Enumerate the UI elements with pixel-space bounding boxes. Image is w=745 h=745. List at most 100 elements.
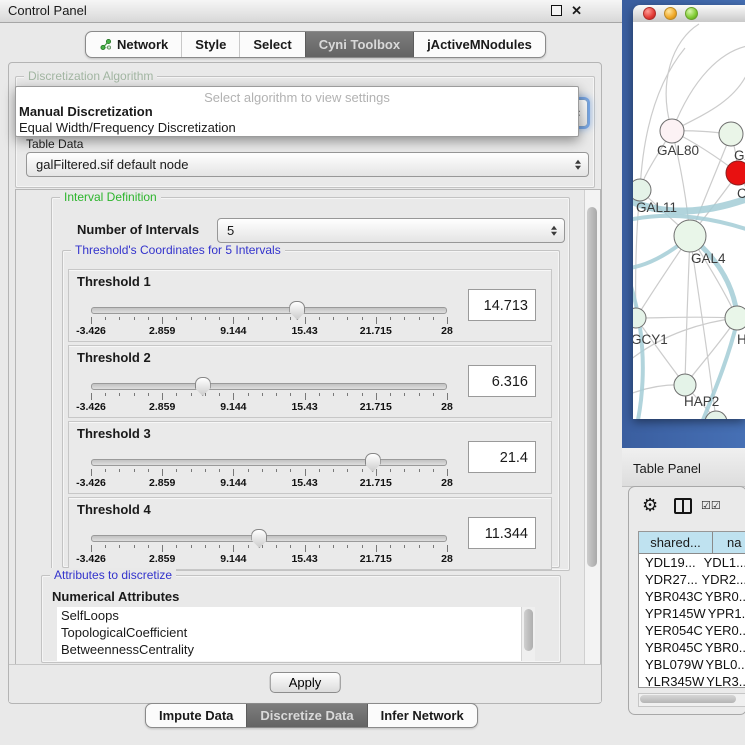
tick-mark [447, 317, 448, 324]
threshold-value-2[interactable]: 6.316 [468, 365, 536, 397]
table-row[interactable]: YPR145WYPR1... [639, 605, 745, 622]
bottom-tab-infer-network[interactable]: Infer Network [367, 704, 477, 727]
tick-mark [419, 393, 420, 396]
select-columns-icon[interactable]: ☑☑ [701, 499, 721, 512]
algorithm-option-manual-discretization[interactable]: Manual Discretization [16, 104, 578, 120]
tab-jactivemnodules[interactable]: jActiveMNodules [413, 32, 545, 57]
tick-mark [319, 317, 320, 320]
scale-label: 28 [441, 553, 453, 565]
numerical-attribute-item[interactable]: TopologicalCoefficient [57, 624, 534, 641]
tab-network[interactable]: Network [86, 32, 181, 57]
scrollbar-thumb[interactable] [524, 609, 533, 651]
close-icon[interactable]: ✕ [571, 4, 582, 17]
network-edge[interactable] [666, 24, 699, 131]
network-canvas[interactable]: GAL80GACGAL11GAL4GCY1HHAP2 [633, 22, 745, 419]
vertical-scrollbar[interactable] [584, 190, 600, 664]
network-node-label: GAL4 [691, 251, 726, 266]
close-traffic-light-icon[interactable] [643, 7, 656, 20]
table-row[interactable]: YDL19...YDL1... [639, 554, 745, 571]
table-row[interactable]: YBR045CYBR0... [639, 639, 745, 656]
threshold-value-4[interactable]: 11.344 [468, 517, 536, 549]
network-node-c[interactable] [726, 161, 745, 185]
columns-icon[interactable] [674, 498, 692, 514]
control-panel-titlebar: Control Panel ✕ [0, 0, 622, 23]
cell-shared-name: YPR145W [639, 605, 706, 622]
tick-mark [290, 393, 291, 396]
attributes-scrollbar[interactable] [521, 607, 535, 661]
scrollbar-thumb[interactable] [587, 207, 597, 567]
table-row[interactable]: YLR345WYLR3... [639, 673, 745, 688]
bottom-tab-impute-data[interactable]: Impute Data [146, 704, 246, 727]
numerical-attribute-item[interactable]: BetweennessCentrality [57, 641, 534, 658]
bottom-tab-discretize-data[interactable]: Discretize Data [246, 704, 366, 727]
tab-label: Style [195, 37, 226, 52]
numerical-attributes-list[interactable]: SelfLoopsTopologicalCoefficientBetweenne… [57, 607, 534, 661]
tick-mark [176, 317, 177, 320]
threshold-value-3[interactable]: 21.4 [468, 441, 536, 473]
float-window-icon[interactable] [551, 5, 562, 16]
tick-mark [276, 545, 277, 548]
tick-mark [290, 469, 291, 472]
network-edge-highlighted[interactable] [633, 280, 643, 419]
network-edge[interactable] [672, 46, 745, 131]
tick-mark [248, 469, 249, 472]
network-node-gal80[interactable] [660, 119, 684, 143]
column-header-name[interactable]: na [713, 532, 745, 553]
threshold-slider-1[interactable] [91, 307, 447, 314]
network-window-titlebar[interactable] [633, 5, 745, 23]
threshold-panel-3: Threshold 3-3.4262.8599.14415.4321.71528… [68, 421, 552, 494]
column-header-shared-name[interactable]: shared... [639, 532, 713, 553]
network-node-hap2[interactable] [674, 374, 696, 396]
minimize-traffic-light-icon[interactable] [664, 7, 677, 20]
table-row[interactable]: YDR27...YDR2... [639, 571, 745, 588]
table-row[interactable]: YBR043CYBR0... [639, 588, 745, 605]
tab-select[interactable]: Select [239, 32, 304, 57]
tab-cyni-toolbox[interactable]: Cyni Toolbox [305, 32, 413, 57]
tick-mark [290, 545, 291, 548]
tick-mark [148, 393, 149, 396]
scale-label: 28 [441, 477, 453, 489]
tick-mark [219, 393, 220, 396]
network-edge[interactable] [685, 236, 690, 385]
threshold-panel-4: Threshold 4-3.4262.8599.14415.4321.71528… [68, 497, 552, 570]
network-node-label: C [737, 186, 745, 201]
network-graph[interactable]: GAL80GACGAL11GAL4GCY1HHAP2 [633, 22, 745, 419]
numerical-attribute-item[interactable]: SelfLoops [57, 607, 534, 624]
zoom-traffic-light-icon[interactable] [685, 7, 698, 20]
tick-mark [319, 393, 320, 396]
scrollbar-thumb[interactable] [640, 695, 736, 703]
gear-icon[interactable]: ⚙ [642, 495, 658, 516]
network-node-h[interactable] [725, 306, 745, 330]
network-node[interactable] [705, 411, 727, 419]
slider-scale-labels: -3.4262.8599.14415.4321.71528 [91, 325, 447, 337]
network-node-gal4[interactable] [674, 220, 706, 252]
threshold-value-1[interactable]: 14.713 [468, 289, 536, 321]
algorithm-option-equal-width-frequency-discretization[interactable]: Equal Width/Frequency Discretization [16, 120, 578, 136]
threshold-slider-2[interactable] [91, 383, 447, 390]
horizontal-scrollbar[interactable] [638, 693, 745, 707]
network-node-gal11[interactable] [633, 179, 651, 201]
table-panel-header: Table Panel [622, 448, 745, 487]
tab-style[interactable]: Style [181, 32, 239, 57]
tick-mark [162, 469, 163, 476]
table-row[interactable]: YER054CYER0... [639, 622, 745, 639]
network-node-gcy1[interactable] [633, 308, 646, 328]
tick-mark [390, 317, 391, 320]
table-body: YDL19...YDL1...YDR27...YDR2...YBR043CYBR… [639, 554, 745, 688]
network-node-label: GAL11 [636, 200, 677, 215]
tick-mark [305, 317, 306, 324]
threshold-slider-4[interactable] [91, 535, 447, 542]
network-node-ga[interactable] [719, 122, 743, 146]
threshold-slider-3[interactable] [91, 459, 447, 466]
numerical-attributes-heading: Numerical Attributes [52, 589, 179, 604]
table-panel-toolbar: ⚙ ☑☑ [629, 493, 745, 523]
scale-label: -3.426 [76, 325, 106, 337]
apply-button[interactable]: Apply [270, 672, 341, 693]
number-of-intervals-combobox[interactable]: 5 [217, 218, 565, 243]
network-edge[interactable] [640, 48, 685, 190]
table-data-combobox[interactable]: galFiltered.sif default node [26, 152, 589, 177]
tab-label: Network [117, 37, 168, 52]
table-row[interactable]: YBL079WYBL0... [639, 656, 745, 673]
tick-mark [148, 545, 149, 548]
cell-name: YBR0... [703, 639, 745, 656]
